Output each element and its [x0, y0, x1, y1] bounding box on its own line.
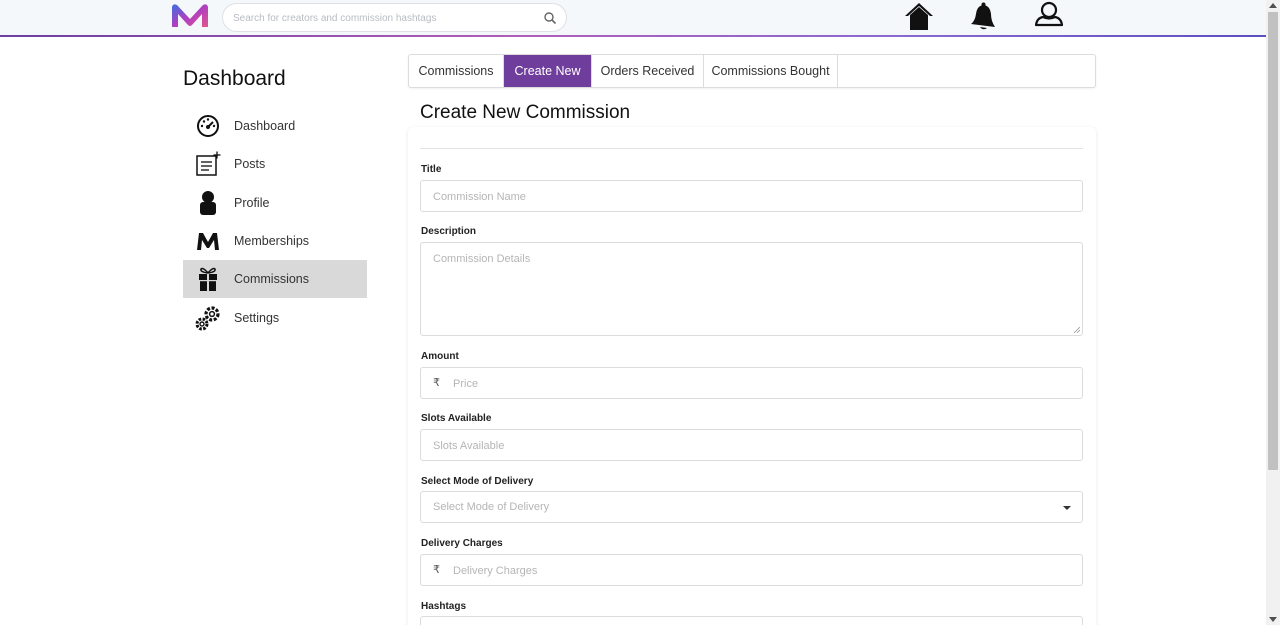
- tab-commissions[interactable]: Commissions: [409, 55, 504, 87]
- scrollbar-thumb[interactable]: [1268, 12, 1278, 470]
- profile-icon: [195, 190, 221, 216]
- delivery-mode-select[interactable]: Select Mode of Delivery: [420, 491, 1083, 523]
- sidebar-item-label: Dashboard: [234, 119, 296, 133]
- gears-icon: [195, 305, 221, 331]
- title-field[interactable]: [420, 180, 1083, 212]
- sidebar-item-posts[interactable]: Posts: [183, 145, 367, 183]
- scroll-down-arrow-icon[interactable]: [1269, 617, 1277, 622]
- resize-grip-icon[interactable]: [1073, 326, 1080, 333]
- bell-icon[interactable]: [968, 1, 1000, 31]
- amount-label: Amount: [421, 351, 459, 362]
- gift-icon: [195, 266, 221, 292]
- sidebar-item-label: Profile: [234, 196, 270, 210]
- tab-orders-received[interactable]: Orders Received: [592, 55, 704, 87]
- slots-label: Slots Available: [421, 413, 492, 424]
- slots-input[interactable]: [433, 438, 1053, 454]
- rupee-icon: ₹: [433, 377, 440, 389]
- slots-field[interactable]: [420, 429, 1083, 461]
- sidebar-item-label: Commissions: [234, 272, 310, 286]
- sidebar-item-label: Memberships: [234, 234, 310, 248]
- form-divider: [420, 148, 1083, 149]
- sidebar-item-label: Posts: [234, 157, 266, 171]
- sidebar-item-settings[interactable]: Settings: [183, 299, 367, 337]
- search-input[interactable]: [233, 9, 533, 27]
- amount-field[interactable]: ₹: [420, 367, 1083, 399]
- delivery-charges-input[interactable]: [453, 563, 1053, 579]
- description-field[interactable]: [420, 242, 1083, 336]
- sidebar-item-profile[interactable]: Profile: [183, 184, 367, 222]
- sidebar-item-memberships[interactable]: Memberships: [183, 222, 367, 260]
- sidebar-title: Dashboard: [183, 67, 286, 90]
- title-label: Title: [421, 164, 442, 175]
- caret-down-icon[interactable]: [1063, 506, 1071, 510]
- delivery-mode-label: Select Mode of Delivery: [421, 476, 534, 487]
- logo-m-icon[interactable]: [168, 1, 212, 31]
- user-icon[interactable]: [1033, 1, 1065, 31]
- rupee-icon: ₹: [433, 564, 440, 576]
- amount-input[interactable]: [453, 376, 1053, 392]
- sidebar-item-label: Settings: [234, 311, 280, 325]
- description-label: Description: [421, 226, 477, 237]
- delivery-mode-value: Select Mode of Delivery: [433, 501, 550, 513]
- home-icon[interactable]: [903, 1, 935, 31]
- memberships-icon: [195, 228, 221, 254]
- page-title: Create New Commission: [420, 102, 631, 123]
- tab-create-new[interactable]: Create New: [504, 55, 592, 87]
- speedometer-icon: [195, 113, 221, 139]
- hashtags-field[interactable]: [420, 616, 1083, 625]
- commission-tabs: Commissions Create New Orders Received C…: [408, 54, 1096, 88]
- page-scrollbar[interactable]: [1266, 0, 1280, 625]
- delivery-charges-field[interactable]: ₹: [420, 554, 1083, 586]
- sidebar-item-dashboard[interactable]: Dashboard: [183, 107, 367, 145]
- tab-commissions-bought[interactable]: Commissions Bought: [704, 55, 838, 87]
- title-input[interactable]: [433, 189, 1053, 205]
- search-icon[interactable]: [543, 11, 557, 25]
- navbar-gradient-line: [0, 35, 1266, 37]
- delivery-charges-label: Delivery Charges: [421, 538, 503, 549]
- search-bar[interactable]: [222, 3, 567, 32]
- sidebar-item-commissions[interactable]: Commissions: [183, 260, 367, 298]
- posts-icon: [195, 151, 221, 177]
- hashtags-label: Hashtags: [421, 601, 467, 612]
- scroll-up-arrow-icon[interactable]: [1269, 3, 1277, 8]
- description-textarea[interactable]: [433, 253, 1053, 323]
